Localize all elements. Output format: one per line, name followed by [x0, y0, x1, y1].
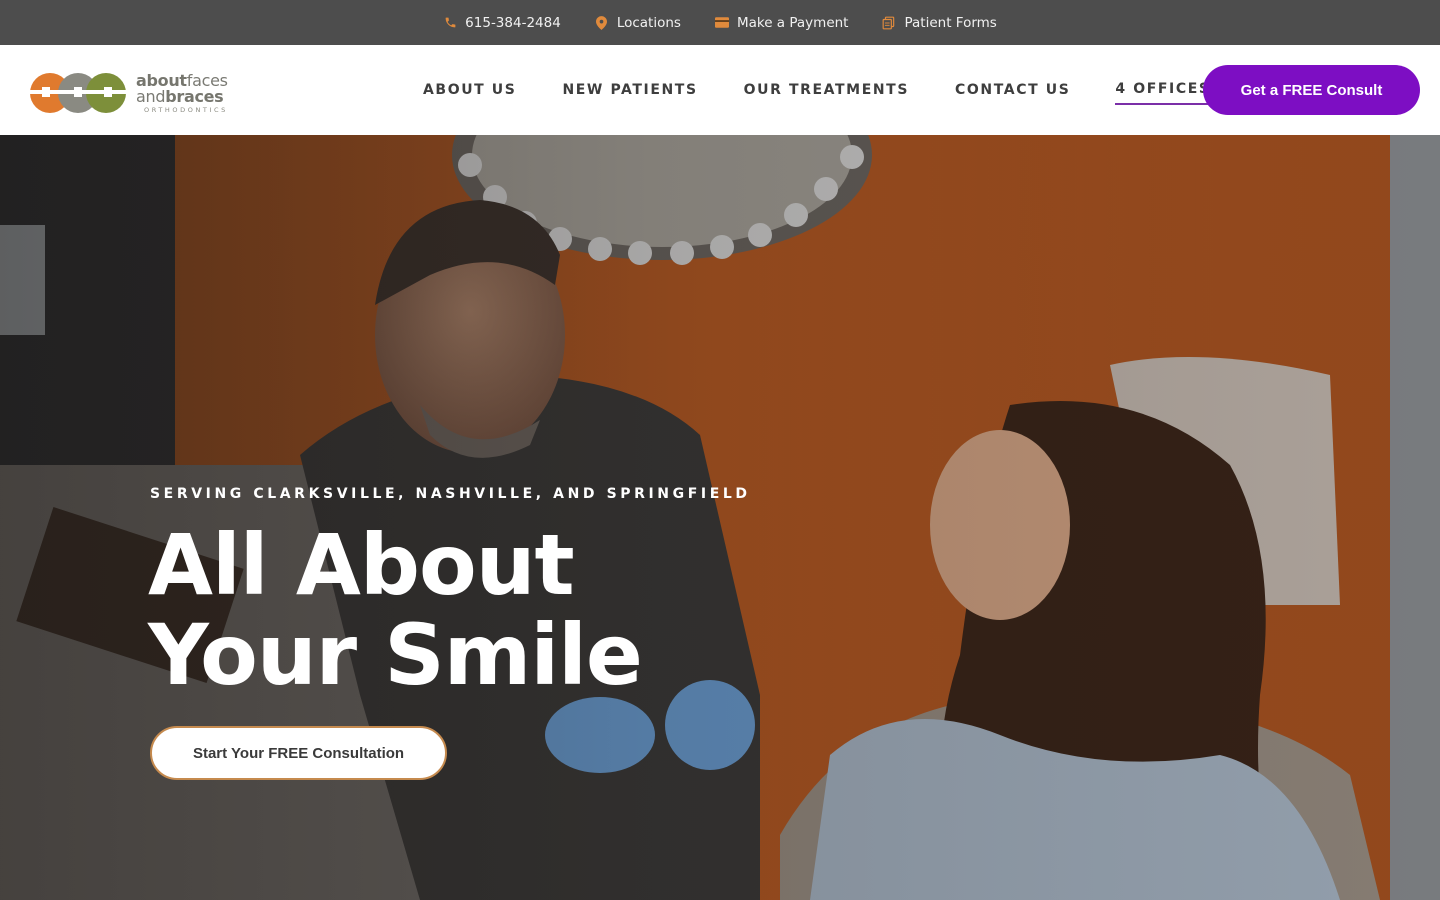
- logo[interactable]: aboutfaces andbraces ORTHODONTICS: [28, 69, 243, 117]
- locations-link[interactable]: Locations: [595, 15, 681, 31]
- locations-label: Locations: [616, 14, 681, 31]
- hero-title-line-1: All About: [148, 516, 575, 614]
- hero-title: All About Your Smile: [148, 520, 748, 700]
- logo-mark-icon: [28, 73, 128, 113]
- logo-wordmark: aboutfaces andbraces ORTHODONTICS: [136, 72, 228, 114]
- logo-word-and: and: [136, 86, 166, 106]
- hero-section: SERVING CLARKSVILLE, NASHVILLE, AND SPRI…: [0, 135, 1440, 900]
- phone-icon: [443, 16, 457, 30]
- nav-contact-us[interactable]: CONTACT US: [955, 75, 1070, 105]
- nav-new-patients[interactable]: NEW PATIENTS: [562, 75, 697, 105]
- payment-link[interactable]: Make a Payment: [714, 14, 849, 31]
- payment-label: Make a Payment: [736, 14, 849, 31]
- utility-links: 615-384-2484 Locations Make a Payment Pa…: [443, 15, 997, 31]
- logo-word-braces: braces: [165, 86, 224, 106]
- phone-label: 615-384-2484: [465, 14, 561, 31]
- hero-title-line-2: Your Smile: [148, 606, 643, 704]
- nav-our-treatments[interactable]: OUR TREATMENTS: [744, 75, 909, 105]
- map-pin-icon: [595, 15, 609, 30]
- get-free-consult-button[interactable]: Get a FREE Consult: [1203, 65, 1420, 115]
- patient-forms-link[interactable]: Patient Forms: [882, 14, 997, 31]
- start-free-consultation-button[interactable]: Start Your FREE Consultation: [150, 726, 447, 780]
- phone-link[interactable]: 615-384-2484: [443, 15, 561, 31]
- nav-about-us[interactable]: ABOUT US: [423, 75, 516, 105]
- nav-offices-label: 4 OFFICES: [1115, 81, 1211, 97]
- hero-eyebrow: SERVING CLARKSVILLE, NASHVILLE, AND SPRI…: [150, 486, 751, 502]
- credit-card-icon: [714, 16, 729, 30]
- main-header: aboutfaces andbraces ORTHODONTICS ABOUT …: [0, 45, 1440, 135]
- patient-forms-label: Patient Forms: [904, 14, 997, 31]
- utility-bar: 615-384-2484 Locations Make a Payment Pa…: [0, 0, 1440, 45]
- primary-nav: ABOUT US NEW PATIENTS OUR TREATMENTS CON…: [423, 45, 1229, 135]
- logo-tagline: ORTHODONTICS: [144, 105, 228, 114]
- forms-icon: [882, 16, 896, 30]
